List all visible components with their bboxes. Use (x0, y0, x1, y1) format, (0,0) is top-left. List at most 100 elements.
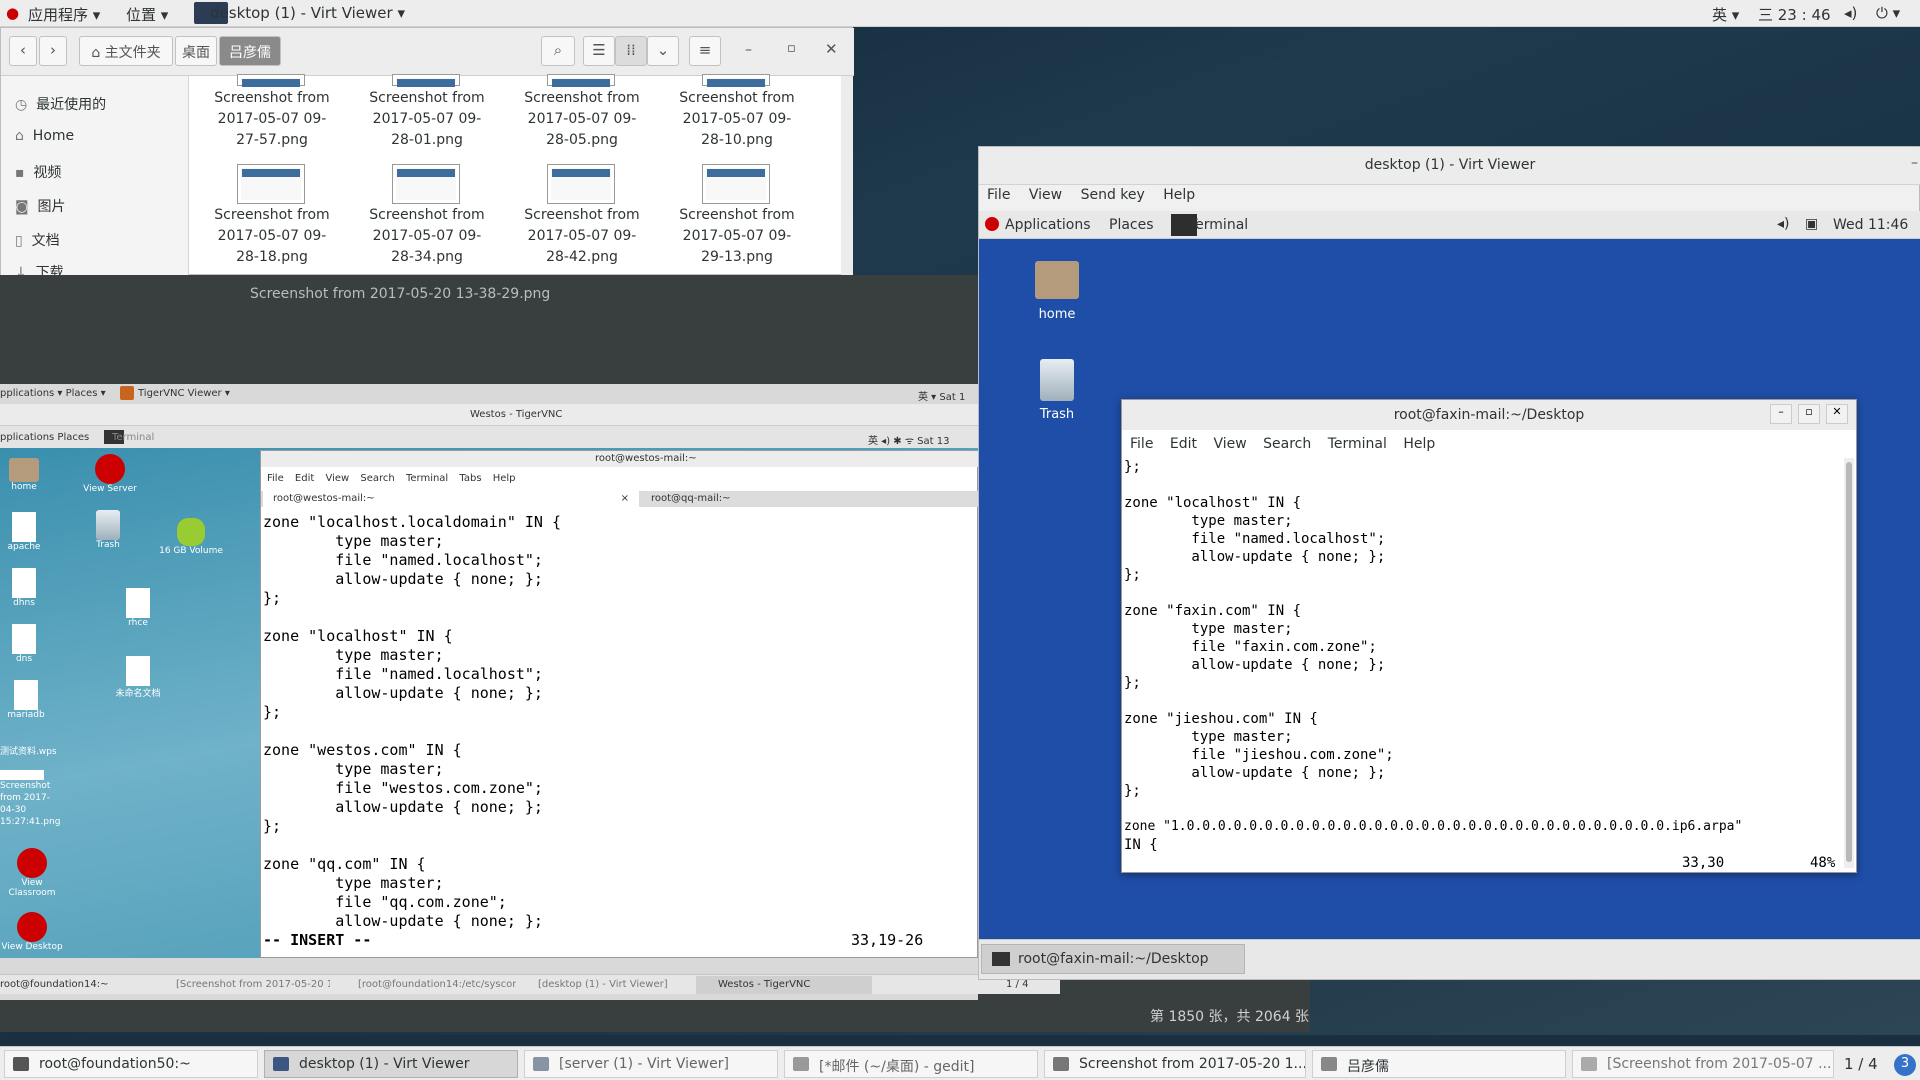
scrollbar[interactable] (841, 76, 853, 276)
terminal-content[interactable]: }; zone "localhost" IN { type master; fi… (1122, 458, 1844, 871)
places-menu[interactable]: 位置 ▾ (126, 4, 168, 25)
tab-qq[interactable]: root@qq-mail:~ (645, 493, 731, 504)
guest-menus[interactable]: pplications Places (0, 432, 89, 443)
menu-terminal[interactable]: Terminal (1328, 436, 1387, 452)
list-view-button[interactable]: ☰ (583, 36, 615, 66)
forward-button[interactable]: › (39, 36, 67, 66)
guest-terminal-label[interactable]: Terminal (112, 432, 154, 443)
close-button[interactable]: ✕ (1826, 404, 1848, 424)
file-thumbnail[interactable] (702, 74, 770, 87)
file-thumbnail[interactable] (547, 164, 615, 204)
file-thumbnail[interactable] (237, 164, 305, 204)
task-item-screenshot[interactable]: [Screenshot from 2017-05-07 ... (1572, 1050, 1834, 1078)
applications-menu[interactable]: 应用程序 ▾ (28, 4, 100, 25)
file-thumbnail[interactable] (547, 74, 615, 87)
sidebar-item-home[interactable]: ⌂ Home (15, 128, 74, 144)
menu-file[interactable]: File (1130, 436, 1153, 452)
file-item[interactable]: Screenshot from 2017-05-07 09- 28-42.png (507, 205, 657, 268)
menu-edit[interactable]: Edit (295, 473, 314, 484)
desktop-icon-dns[interactable]: dns (4, 624, 44, 664)
menu-send-key[interactable]: Send key (1081, 187, 1145, 203)
desktop-icon-trash[interactable]: Trash (1025, 359, 1089, 422)
minimize-button[interactable]: – (1911, 155, 1918, 171)
breadcrumb-home[interactable]: ⌂ 主文件夹 (79, 36, 173, 66)
desktop-icon-mariadb[interactable]: mariadb (4, 680, 48, 720)
close-tab-icon[interactable]: × (621, 493, 629, 504)
guest-task-item[interactable]: root@foundation14:~ (0, 979, 150, 990)
guest-workspace-pager[interactable]: 1 / 4 (1006, 979, 1028, 990)
menu-view[interactable]: View (1213, 436, 1246, 452)
menu-help[interactable]: Help (1403, 436, 1435, 452)
desktop-icon-wps[interactable]: 测试资料.wps (0, 744, 70, 757)
desktop-icon-untitled[interactable]: 未命名文档 (106, 656, 170, 699)
desktop-icon-view-desktop[interactable]: View Desktop (0, 912, 64, 952)
guest-task-item[interactable]: [root@foundation14:/etc/syscon... (340, 979, 516, 990)
menu-help[interactable]: Help (1163, 187, 1195, 203)
desktop-icon-rhce[interactable]: rhce (118, 588, 158, 628)
desktop-icon-home[interactable]: home (1025, 261, 1089, 322)
guest-terminal-menu[interactable]: Terminal (1189, 217, 1248, 233)
sidebar-item-documents[interactable]: ▯ 文档 (15, 230, 60, 250)
terminal-scrollbar[interactable] (1844, 458, 1854, 868)
tab-westos[interactable]: root@westos-mail:~ × (263, 491, 639, 507)
file-item[interactable]: Screenshot from 2017-05-07 09- 28-05.png (507, 88, 657, 151)
breadcrumb-desktop[interactable]: 桌面 (175, 36, 217, 66)
notification-badge[interactable]: 3 (1894, 1054, 1916, 1076)
workspace-pager[interactable]: 1 / 4 (1844, 1055, 1878, 1073)
file-item[interactable]: Screenshot from 2017-05-07 09- 28-10.png (662, 88, 812, 151)
sidebar-item-videos[interactable]: ▪ 视频 (15, 162, 61, 182)
view-options-button[interactable]: ⌄ (647, 36, 679, 66)
minimize-button[interactable]: – (1770, 404, 1792, 424)
menu-file[interactable]: File (987, 187, 1010, 203)
minimize-button[interactable]: – (745, 42, 752, 58)
guest-task-item[interactable]: [Screenshot from 2017-05-20 1... (154, 979, 330, 990)
guest-task-item-active[interactable]: Westos - TigerVNC (696, 976, 872, 994)
guest-applications-menu[interactable]: Applications (1005, 217, 1091, 233)
desktop-icon-view-classroom[interactable]: View Classroom (0, 848, 64, 898)
input-method-indicator[interactable]: 英 ▾ (1712, 4, 1739, 25)
desktop-icon-apache[interactable]: apache (4, 512, 44, 552)
back-button[interactable]: ‹ (9, 36, 37, 66)
guest-task-item[interactable]: [desktop (1) - Virt Viewer] (520, 979, 690, 990)
file-item[interactable]: Screenshot from 2017-05-07 09- 28-34.png (352, 205, 502, 268)
menu-file[interactable]: File (267, 473, 284, 484)
sidebar-item-recent[interactable]: ◷ 最近使用的 (15, 94, 106, 114)
task-item-virt-viewer-desktop[interactable]: desktop (1) - Virt Viewer (264, 1050, 518, 1078)
menu-terminal[interactable]: Terminal (406, 473, 448, 484)
guest-clock[interactable]: Wed 11:46 (1833, 217, 1908, 233)
menu-tabs[interactable]: Tabs (459, 473, 481, 484)
sidebar-item-pictures[interactable]: ◙ 图片 (15, 196, 66, 216)
file-thumbnail[interactable] (392, 164, 460, 204)
menu-button[interactable]: ≡ (689, 36, 721, 66)
terminal-content[interactable]: zone "localhost.localdomain" IN { type m… (261, 513, 979, 949)
desktop-icon-dhns[interactable]: dhns (4, 568, 44, 608)
guest-task-item-terminal[interactable]: root@faxin-mail:~/Desktop (981, 944, 1245, 974)
active-window-menu[interactable]: desktop (1) - Virt Viewer ▾ (210, 4, 405, 22)
volume-icon[interactable]: ◂) (1844, 4, 1857, 22)
desktop-icon-trash[interactable]: Trash (88, 510, 128, 550)
desktop-icon-screenshot[interactable]: Screenshot from 2017-04-30 15:27:41.png (0, 770, 64, 828)
terminal-menubar[interactable]: File Edit View Search Terminal Tabs Help (267, 473, 516, 484)
file-thumbnail[interactable] (237, 74, 305, 87)
menu-view[interactable]: View (325, 473, 349, 484)
maximize-button[interactable]: ▫ (1798, 404, 1820, 424)
power-icon[interactable]: ⏻ ▾ (1876, 4, 1900, 22)
guest-places-menu[interactable]: Places (1109, 217, 1154, 233)
file-thumbnail[interactable] (392, 74, 460, 87)
network-icon[interactable]: ▣ (1805, 216, 1818, 232)
file-item[interactable]: Screenshot from 2017-05-07 09- 29-13.png (662, 205, 812, 268)
task-item-gedit[interactable]: [*邮件 (~/桌面) - gedit] (784, 1050, 1038, 1078)
task-item-file-manager[interactable]: 吕彦儒 (1312, 1050, 1566, 1078)
menu-help[interactable]: Help (493, 473, 516, 484)
file-item[interactable]: Screenshot from 2017-05-07 09- 28-01.png (352, 88, 502, 151)
breadcrumb-current[interactable]: 吕彦儒 (219, 36, 281, 66)
file-item[interactable]: Screenshot from 2017-05-07 09- 28-18.png (197, 205, 347, 268)
file-item[interactable]: Screenshot from 2017-05-07 09- 27-57.png (197, 88, 347, 151)
desktop-icon-volume[interactable]: 16 GB Volume (156, 518, 226, 556)
close-button[interactable]: ✕ (825, 40, 838, 58)
task-item-terminal[interactable]: root@foundation50:~ (4, 1050, 258, 1078)
grid-view-button[interactable]: ⁞⁞ (615, 36, 647, 66)
maximize-button[interactable]: ▫ (787, 41, 796, 56)
volume-icon[interactable]: ◂) (1777, 216, 1790, 232)
vnc-top-bar-menus[interactable]: pplications ▾ Places ▾ (0, 388, 106, 399)
